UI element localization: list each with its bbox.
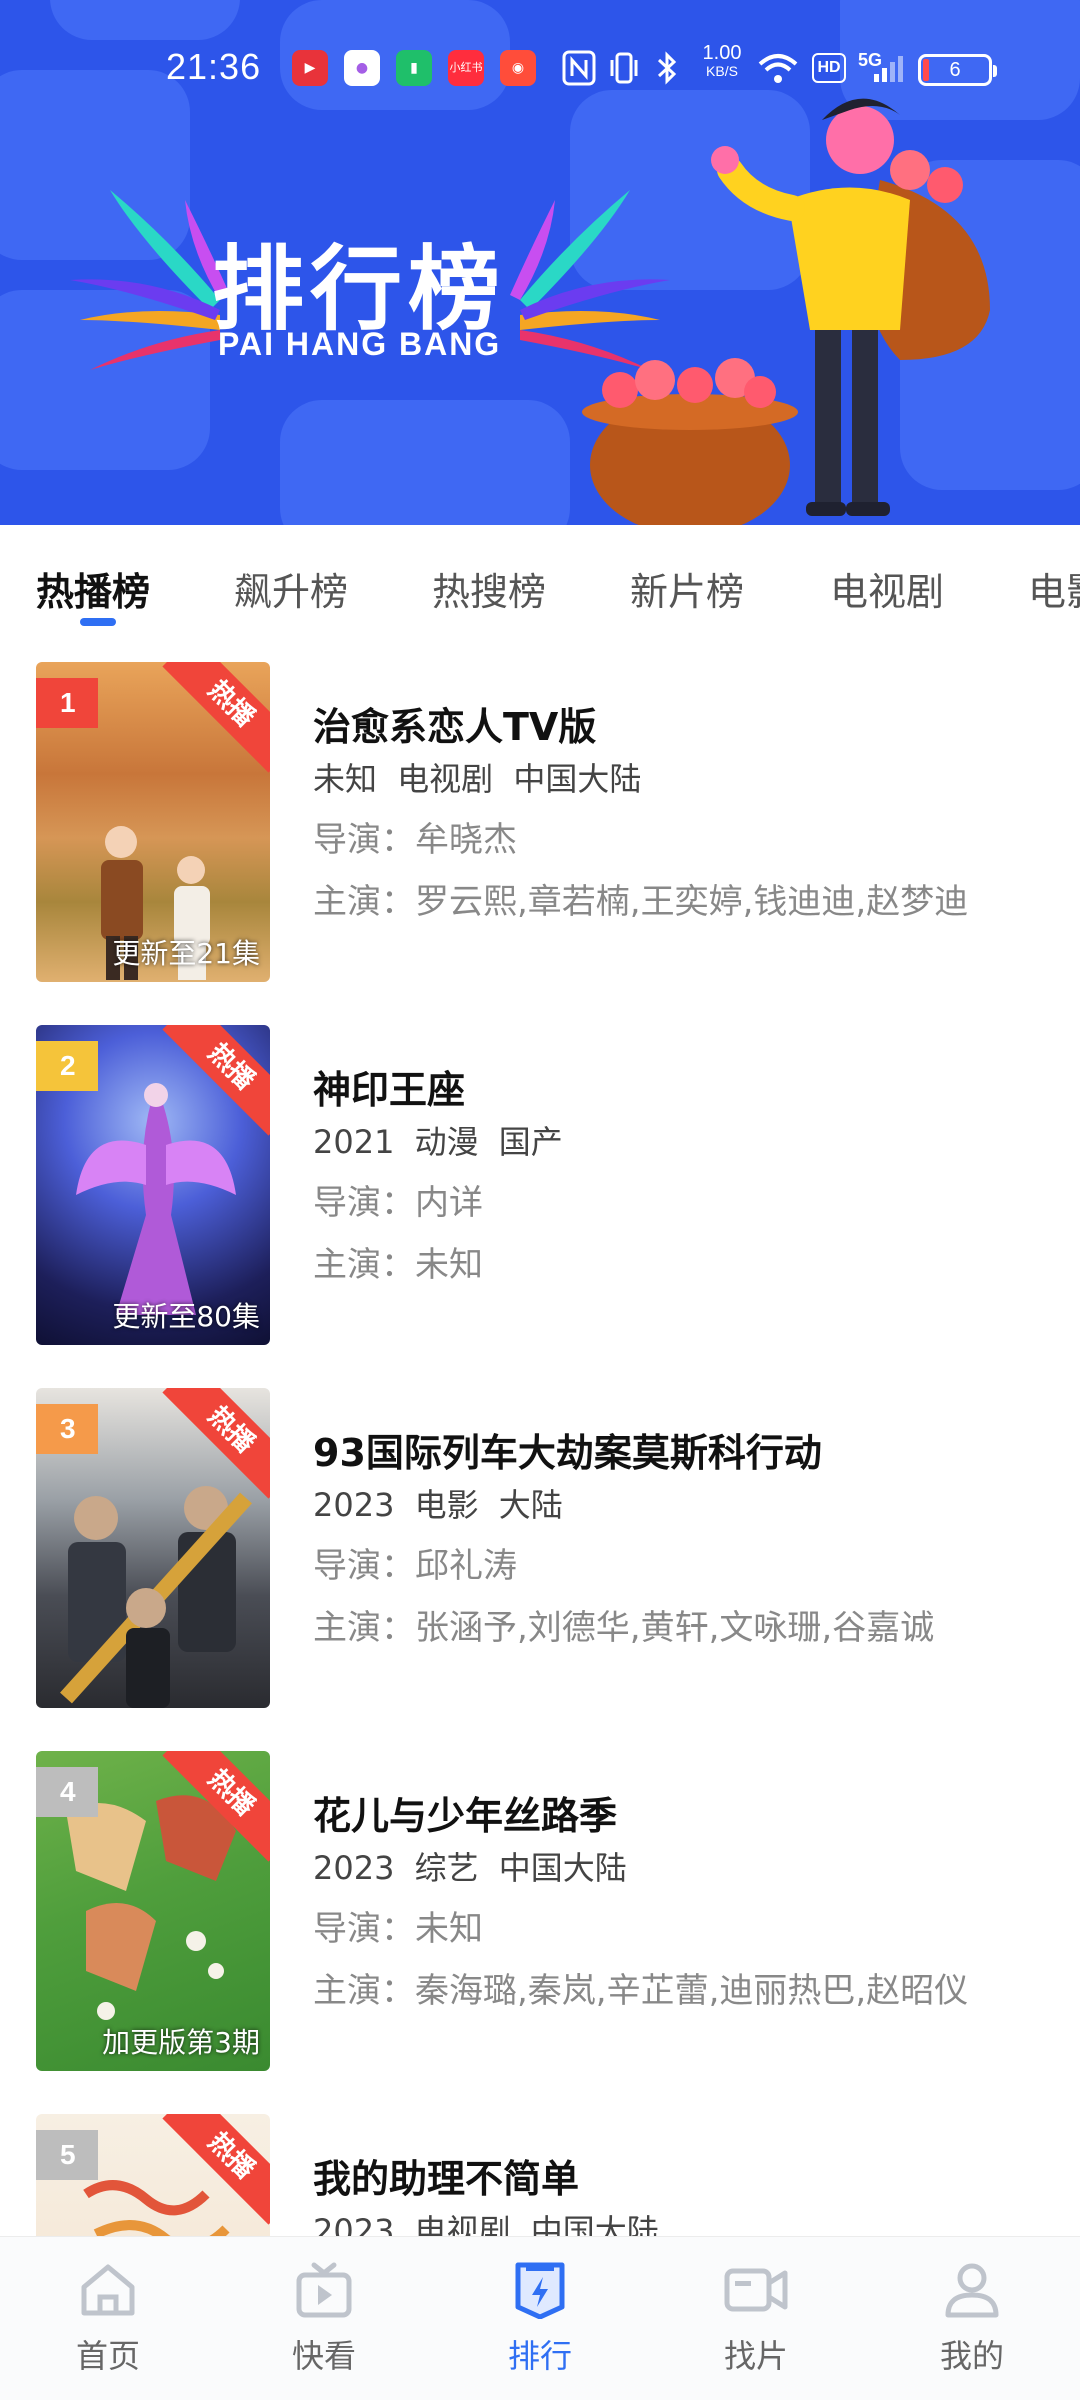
episode-status: 更新至21集 [112, 937, 260, 970]
item-cast: 主演：未知 [313, 1245, 483, 1285]
poster-image[interactable]: 2 热播 更新至80集 [36, 1025, 270, 1345]
tab-hot-play[interactable]: 热播榜 [36, 561, 150, 616]
rank-badge: 1 [36, 678, 98, 728]
item-meta: 2023 综艺 中国大陆 [313, 1849, 627, 1887]
nav-label: 首页 [75, 2337, 140, 2375]
profile-icon [945, 2263, 999, 2318]
nav-label: 我的 [939, 2337, 1004, 2375]
battery-app-icon: ▮ [396, 50, 432, 86]
bottom-navigation: 首页 快看 排行 找片 我的 [0, 2236, 1080, 2400]
item-director: 导演：牟晓杰 [313, 820, 517, 860]
item-title[interactable]: 我的助理不简单 [313, 2148, 579, 2203]
tab-hot-search[interactable]: 热搜榜 [432, 561, 546, 616]
item-director: 导演：邱礼涛 [313, 1546, 517, 1586]
list-item[interactable]: 3 热播 93国际列车大劫案莫斯科行动 2023 电影 大陆 导演：邱礼涛 主演… [0, 1366, 1080, 1708]
item-meta: 2023 电影 大陆 [313, 1486, 563, 1524]
nav-label: 找片 [723, 2337, 788, 2375]
hd-icon: HD [812, 53, 846, 83]
list-item[interactable]: 2 热播 更新至80集 神印王座 2021 动漫 国产 导演：内详 主演：未知 [0, 1003, 1080, 1345]
video-camera-icon [724, 2268, 788, 2312]
nav-label: 排行 [507, 2337, 572, 2375]
banner-illustration [582, 98, 990, 525]
banner-subtitle: PAI HANG BANG [218, 326, 502, 362]
episode-status: 更新至80集 [112, 1300, 260, 1333]
chat-app-icon: ● [344, 50, 380, 86]
episode-status: 加更版第3期 [102, 2026, 260, 2059]
rank-badge: 3 [36, 1404, 98, 1454]
poster-image[interactable]: 4 热播 加更版第3期 [36, 1751, 270, 2071]
item-meta: 2023 电视剧 中国大陆 [313, 2212, 659, 2236]
item-director: 导演：内详 [313, 1183, 483, 1223]
item-meta: 2021 动漫 国产 [313, 1123, 563, 1161]
rank-badge: 2 [36, 1041, 98, 1091]
rank-badge: 4 [36, 1767, 98, 1817]
poster-image[interactable]: 5 热播 [36, 2114, 270, 2236]
shopping-app-icon: ◉ [500, 50, 536, 86]
tab-tv-series[interactable]: 电视剧 [830, 561, 944, 616]
video-app-icon: ▶ [292, 50, 328, 86]
nav-ranking[interactable]: 排行 [480, 2261, 600, 2391]
bluetooth-icon [657, 51, 677, 85]
list-item[interactable]: 1 热播 更新至21集 治愈系恋人TV版 未知 电视剧 中国大陆 导演：牟晓杰 … [0, 640, 1080, 982]
nav-label: 快看 [291, 2337, 356, 2375]
active-tab-indicator [80, 618, 116, 626]
item-cast: 主演：张涵予,刘德华,黄轩,文咏珊,谷嘉诚 [313, 1608, 935, 1648]
item-cast: 主演：罗云熙,章若楠,王奕婷,钱迪迪,赵梦迪 [313, 882, 969, 922]
tab-movie[interactable]: 电影 [1028, 561, 1080, 616]
ranking-icon [515, 2262, 565, 2319]
vibrate-icon [610, 52, 638, 84]
red-book-app-icon: 小红书 [448, 50, 484, 86]
ranking-list: 1 热播 更新至21集 治愈系恋人TV版 未知 电视剧 中国大陆 导演：牟晓杰 … [0, 640, 1080, 2236]
nav-home[interactable]: 首页 [48, 2261, 168, 2391]
banner-bg-tile [50, 0, 240, 40]
item-title[interactable]: 治愈系恋人TV版 [313, 696, 596, 751]
network-speed: 1.00 KB/S [702, 42, 742, 79]
home-icon [81, 2264, 135, 2316]
item-meta: 未知 电视剧 中国大陆 [313, 760, 642, 798]
status-time: 21:36 [166, 46, 262, 87]
tab-rising[interactable]: 飙升榜 [234, 561, 348, 616]
item-title[interactable]: 神印王座 [313, 1059, 465, 1114]
nav-find-movie[interactable]: 找片 [696, 2261, 816, 2391]
item-cast: 主演：秦海璐,秦岚,辛芷蕾,迪丽热巴,赵昭仪 [313, 1971, 969, 2011]
nav-profile[interactable]: 我的 [912, 2261, 1032, 2391]
poster-image[interactable]: 3 热播 [36, 1388, 270, 1708]
poster-image[interactable]: 1 热播 更新至21集 [36, 662, 270, 982]
tv-icon [296, 2262, 352, 2318]
wifi-icon [758, 54, 798, 83]
ranking-tabs: 热播榜 飙升榜 热搜榜 新片榜 电视剧 电影 [0, 525, 1080, 640]
nav-quick-watch[interactable]: 快看 [264, 2261, 384, 2391]
poster-figures [60, 1486, 252, 1708]
list-item[interactable]: 4 热播 加更版第3期 花儿与少年丝路季 2023 综艺 中国大陆 导演：未知 … [0, 1729, 1080, 2071]
banner-bg-tile [280, 400, 570, 525]
status-bar: 21:36 ▶ ● ▮ 小红书 ◉ 1.00 KB/S HD 5G 6 [0, 40, 1080, 96]
item-director: 导演：未知 [313, 1909, 483, 1949]
signal-strength-icon [874, 56, 903, 82]
poster-figure [76, 1083, 236, 1315]
ranking-banner: 21:36 ▶ ● ▮ 小红书 ◉ 1.00 KB/S HD 5G 6 排行榜 … [0, 0, 1080, 525]
nfc-icon [562, 50, 596, 86]
battery-indicator: 6 [918, 54, 997, 86]
list-item[interactable]: 5 热播 我的助理不简单 2023 电视剧 中国大陆 [0, 2092, 1080, 2236]
tab-new-release[interactable]: 新片榜 [630, 561, 744, 616]
rank-badge: 5 [36, 2130, 98, 2180]
item-title[interactable]: 93国际列车大劫案莫斯科行动 [313, 1422, 822, 1477]
hot-ribbon: 热播 [162, 662, 270, 773]
item-title[interactable]: 花儿与少年丝路季 [313, 1785, 617, 1840]
poster-title-art [83, 2180, 230, 2236]
